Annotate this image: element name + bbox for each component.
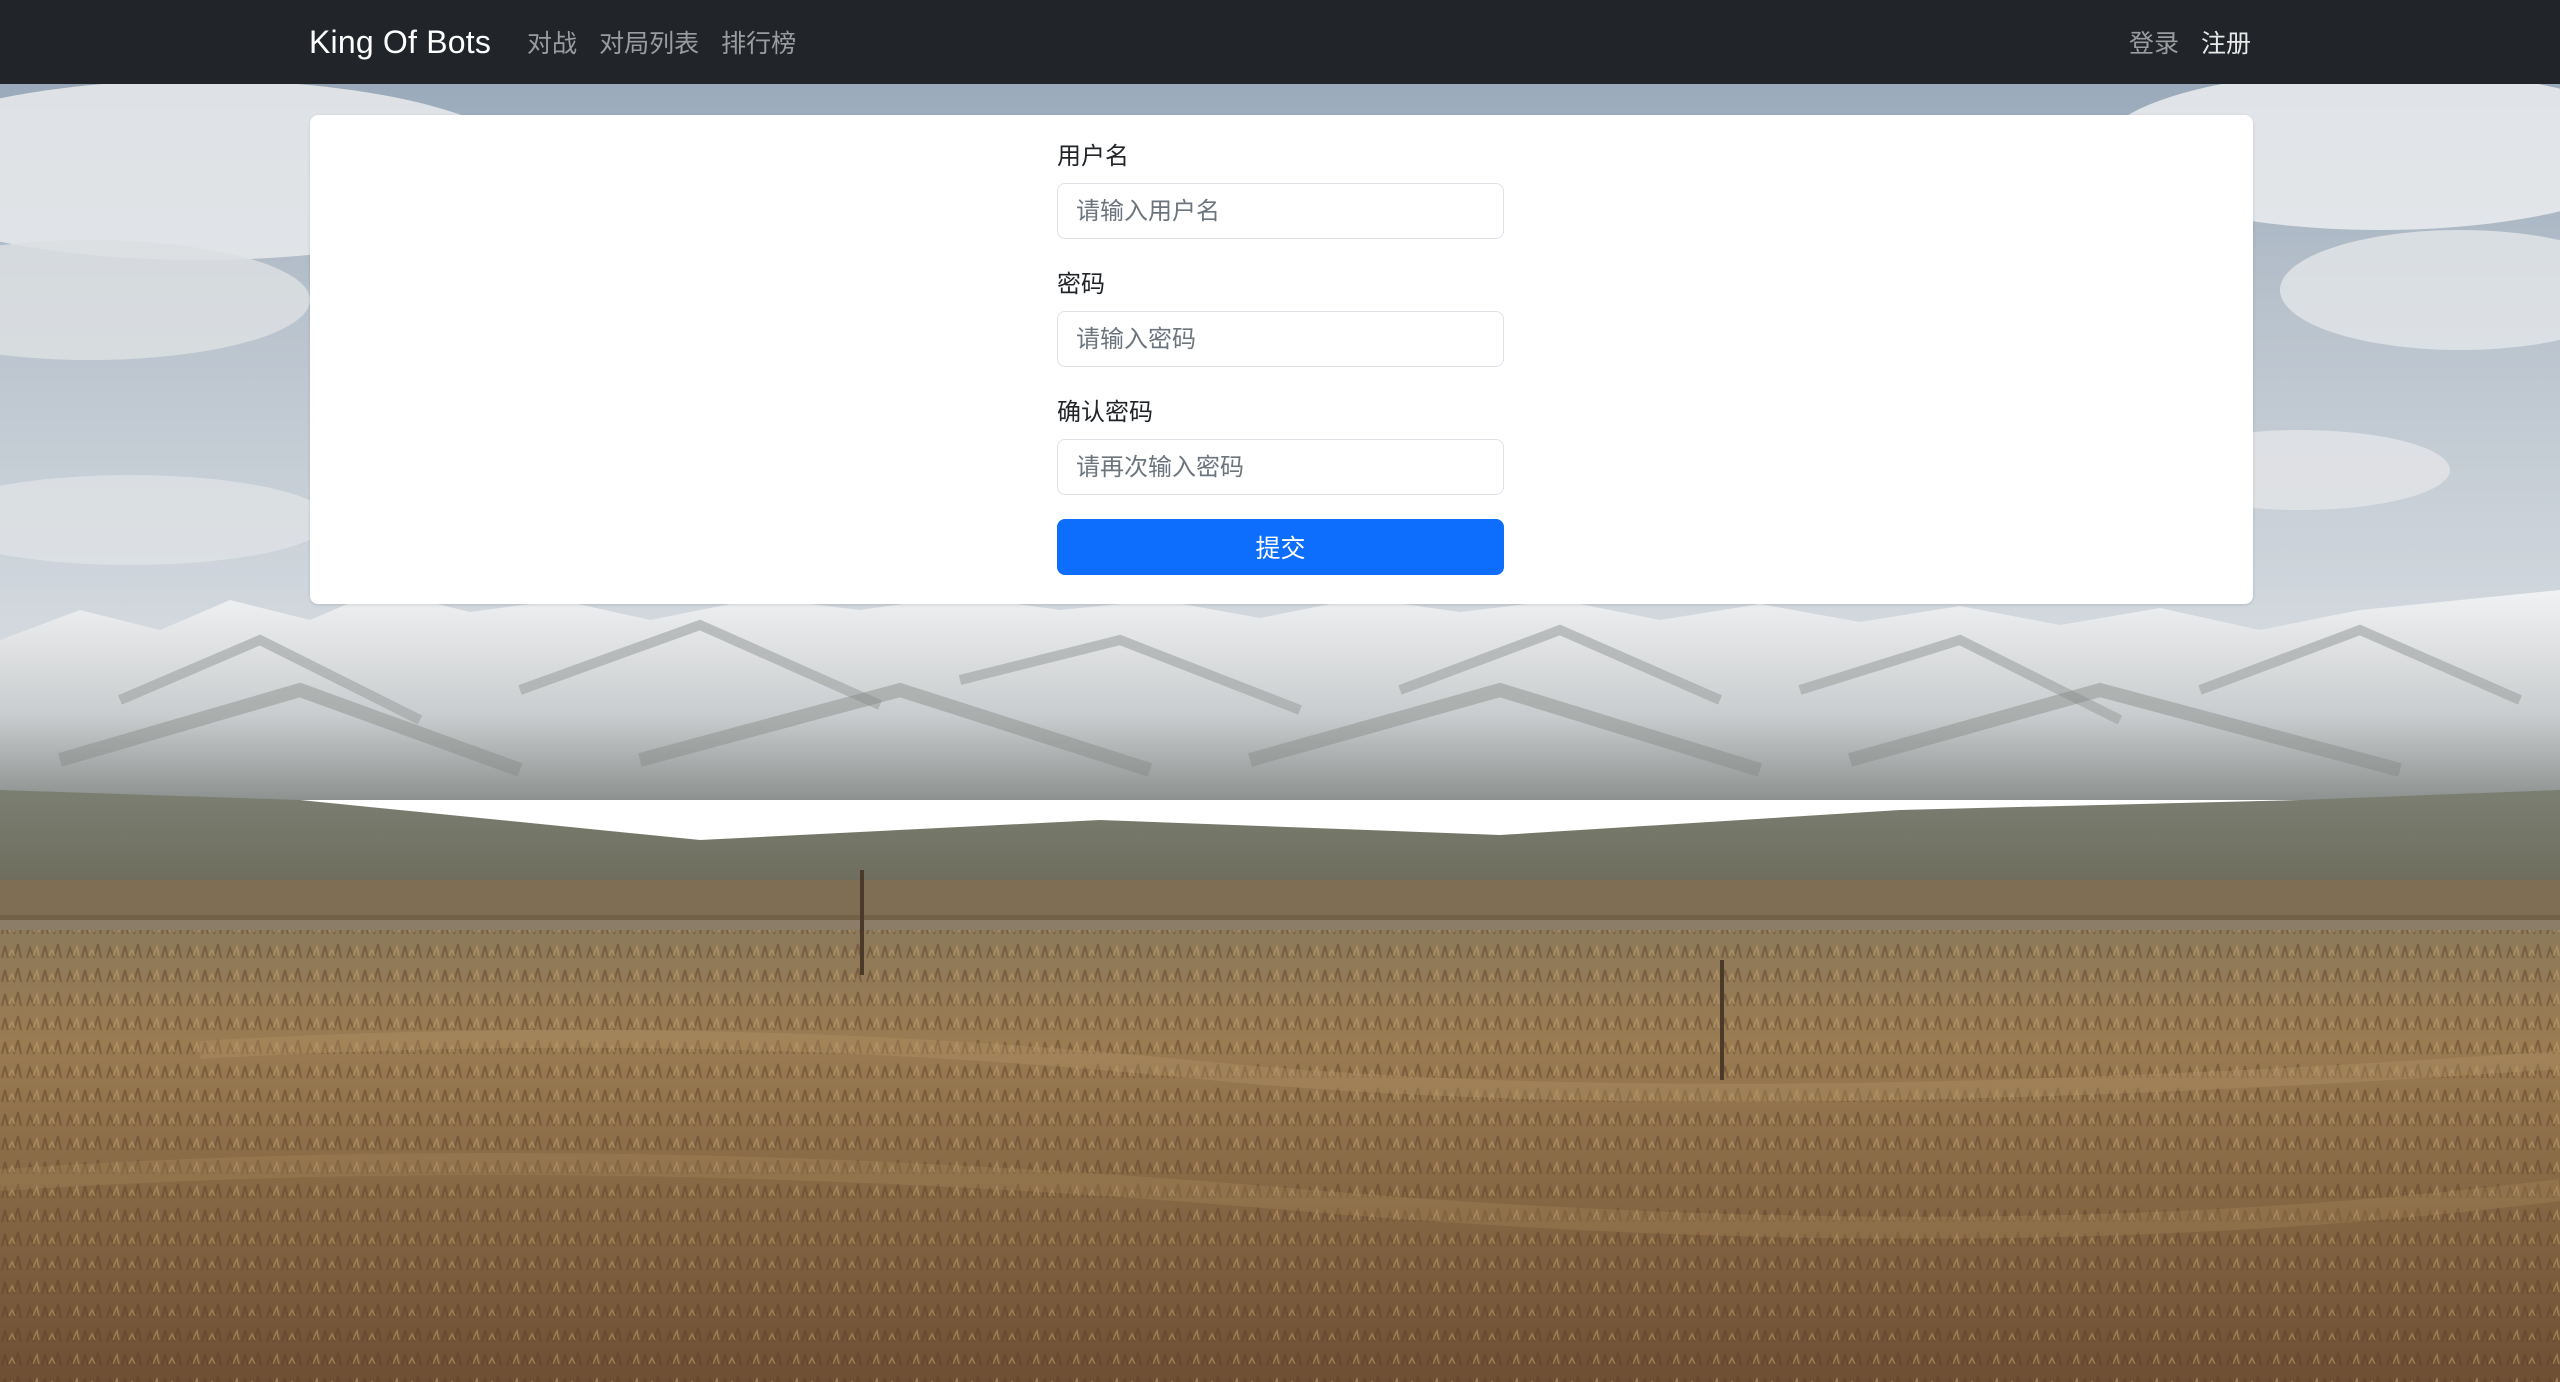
confirm-password-group: 确认密码 xyxy=(1057,395,1504,495)
nav-link-ranklist[interactable]: 排行榜 xyxy=(721,24,796,60)
password-input[interactable] xyxy=(1057,311,1504,367)
register-form: 用户名 密码 确认密码 提交 xyxy=(1057,139,1504,575)
nav-link-register[interactable]: 注册 xyxy=(2201,24,2251,60)
navbar-container: King Of Bots 对战 对局列表 排行榜 登录 注册 xyxy=(309,0,2251,84)
brand-link[interactable]: King Of Bots xyxy=(309,24,491,61)
confirm-password-input[interactable] xyxy=(1057,439,1504,495)
nav-link-battle[interactable]: 对战 xyxy=(527,24,577,60)
submit-button[interactable]: 提交 xyxy=(1057,519,1504,575)
register-page: King Of Bots 对战 对局列表 排行榜 登录 注册 用户名 密码 xyxy=(0,0,2560,1382)
username-input[interactable] xyxy=(1057,183,1504,239)
nav-link-login[interactable]: 登录 xyxy=(2129,24,2179,60)
navbar-right-links: 登录 注册 xyxy=(2129,24,2251,60)
confirm-password-label: 确认密码 xyxy=(1057,398,1153,426)
username-group: 用户名 xyxy=(1057,139,1504,239)
password-label: 密码 xyxy=(1057,270,1105,298)
username-label: 用户名 xyxy=(1057,142,1129,170)
nav-link-record-list[interactable]: 对局列表 xyxy=(599,24,699,60)
top-navbar: King Of Bots 对战 对局列表 排行榜 登录 注册 xyxy=(0,0,2560,84)
navbar-left-links: 对战 对局列表 排行榜 xyxy=(527,24,796,60)
password-group: 密码 xyxy=(1057,267,1504,367)
register-card: 用户名 密码 确认密码 提交 xyxy=(310,115,2253,604)
